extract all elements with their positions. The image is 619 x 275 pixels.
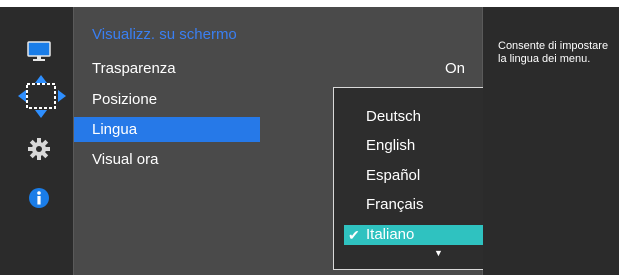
menu-panel: Visualizz. su schermo Trasparenza On Pos… [73,7,539,275]
option-label: Español [366,167,421,184]
menu-item-label: Lingua [92,121,138,138]
menu-item-label: Visual ora [92,151,159,168]
info-icon[interactable] [28,187,50,209]
icon-sidebar [0,7,73,275]
scroll-down-icon[interactable]: ▼ [434,248,443,258]
menu-item-lingua[interactable]: Lingua [74,117,260,142]
osd-window: Visualizz. su schermo Trasparenza On Pos… [0,7,619,275]
check-icon: ✔ [348,227,360,243]
option-label: Deutsch [366,108,422,125]
option-label: Français [366,196,424,213]
menu-item-posizione[interactable]: Posizione [74,87,374,112]
monitor-icon[interactable] [27,41,51,63]
help-text: Consente di impostare la lingua dei menu… [498,40,609,65]
gear-icon[interactable] [28,138,50,160]
menu-item-visual-ora[interactable]: Visual ora [74,147,374,172]
menu-item-label: Trasparenza [92,60,176,77]
menu-item-trasparenza[interactable]: Trasparenza [74,56,374,81]
option-label: English [366,137,416,154]
help-panel: Consente di impostare la lingua dei menu… [483,7,619,275]
trasparenza-value: On [444,60,465,77]
move-arrows-icon[interactable] [17,75,67,119]
option-label: Italiano [366,226,415,243]
menu-item-label: Posizione [92,91,158,108]
menu-title: Visualizz. su schermo [92,26,237,43]
